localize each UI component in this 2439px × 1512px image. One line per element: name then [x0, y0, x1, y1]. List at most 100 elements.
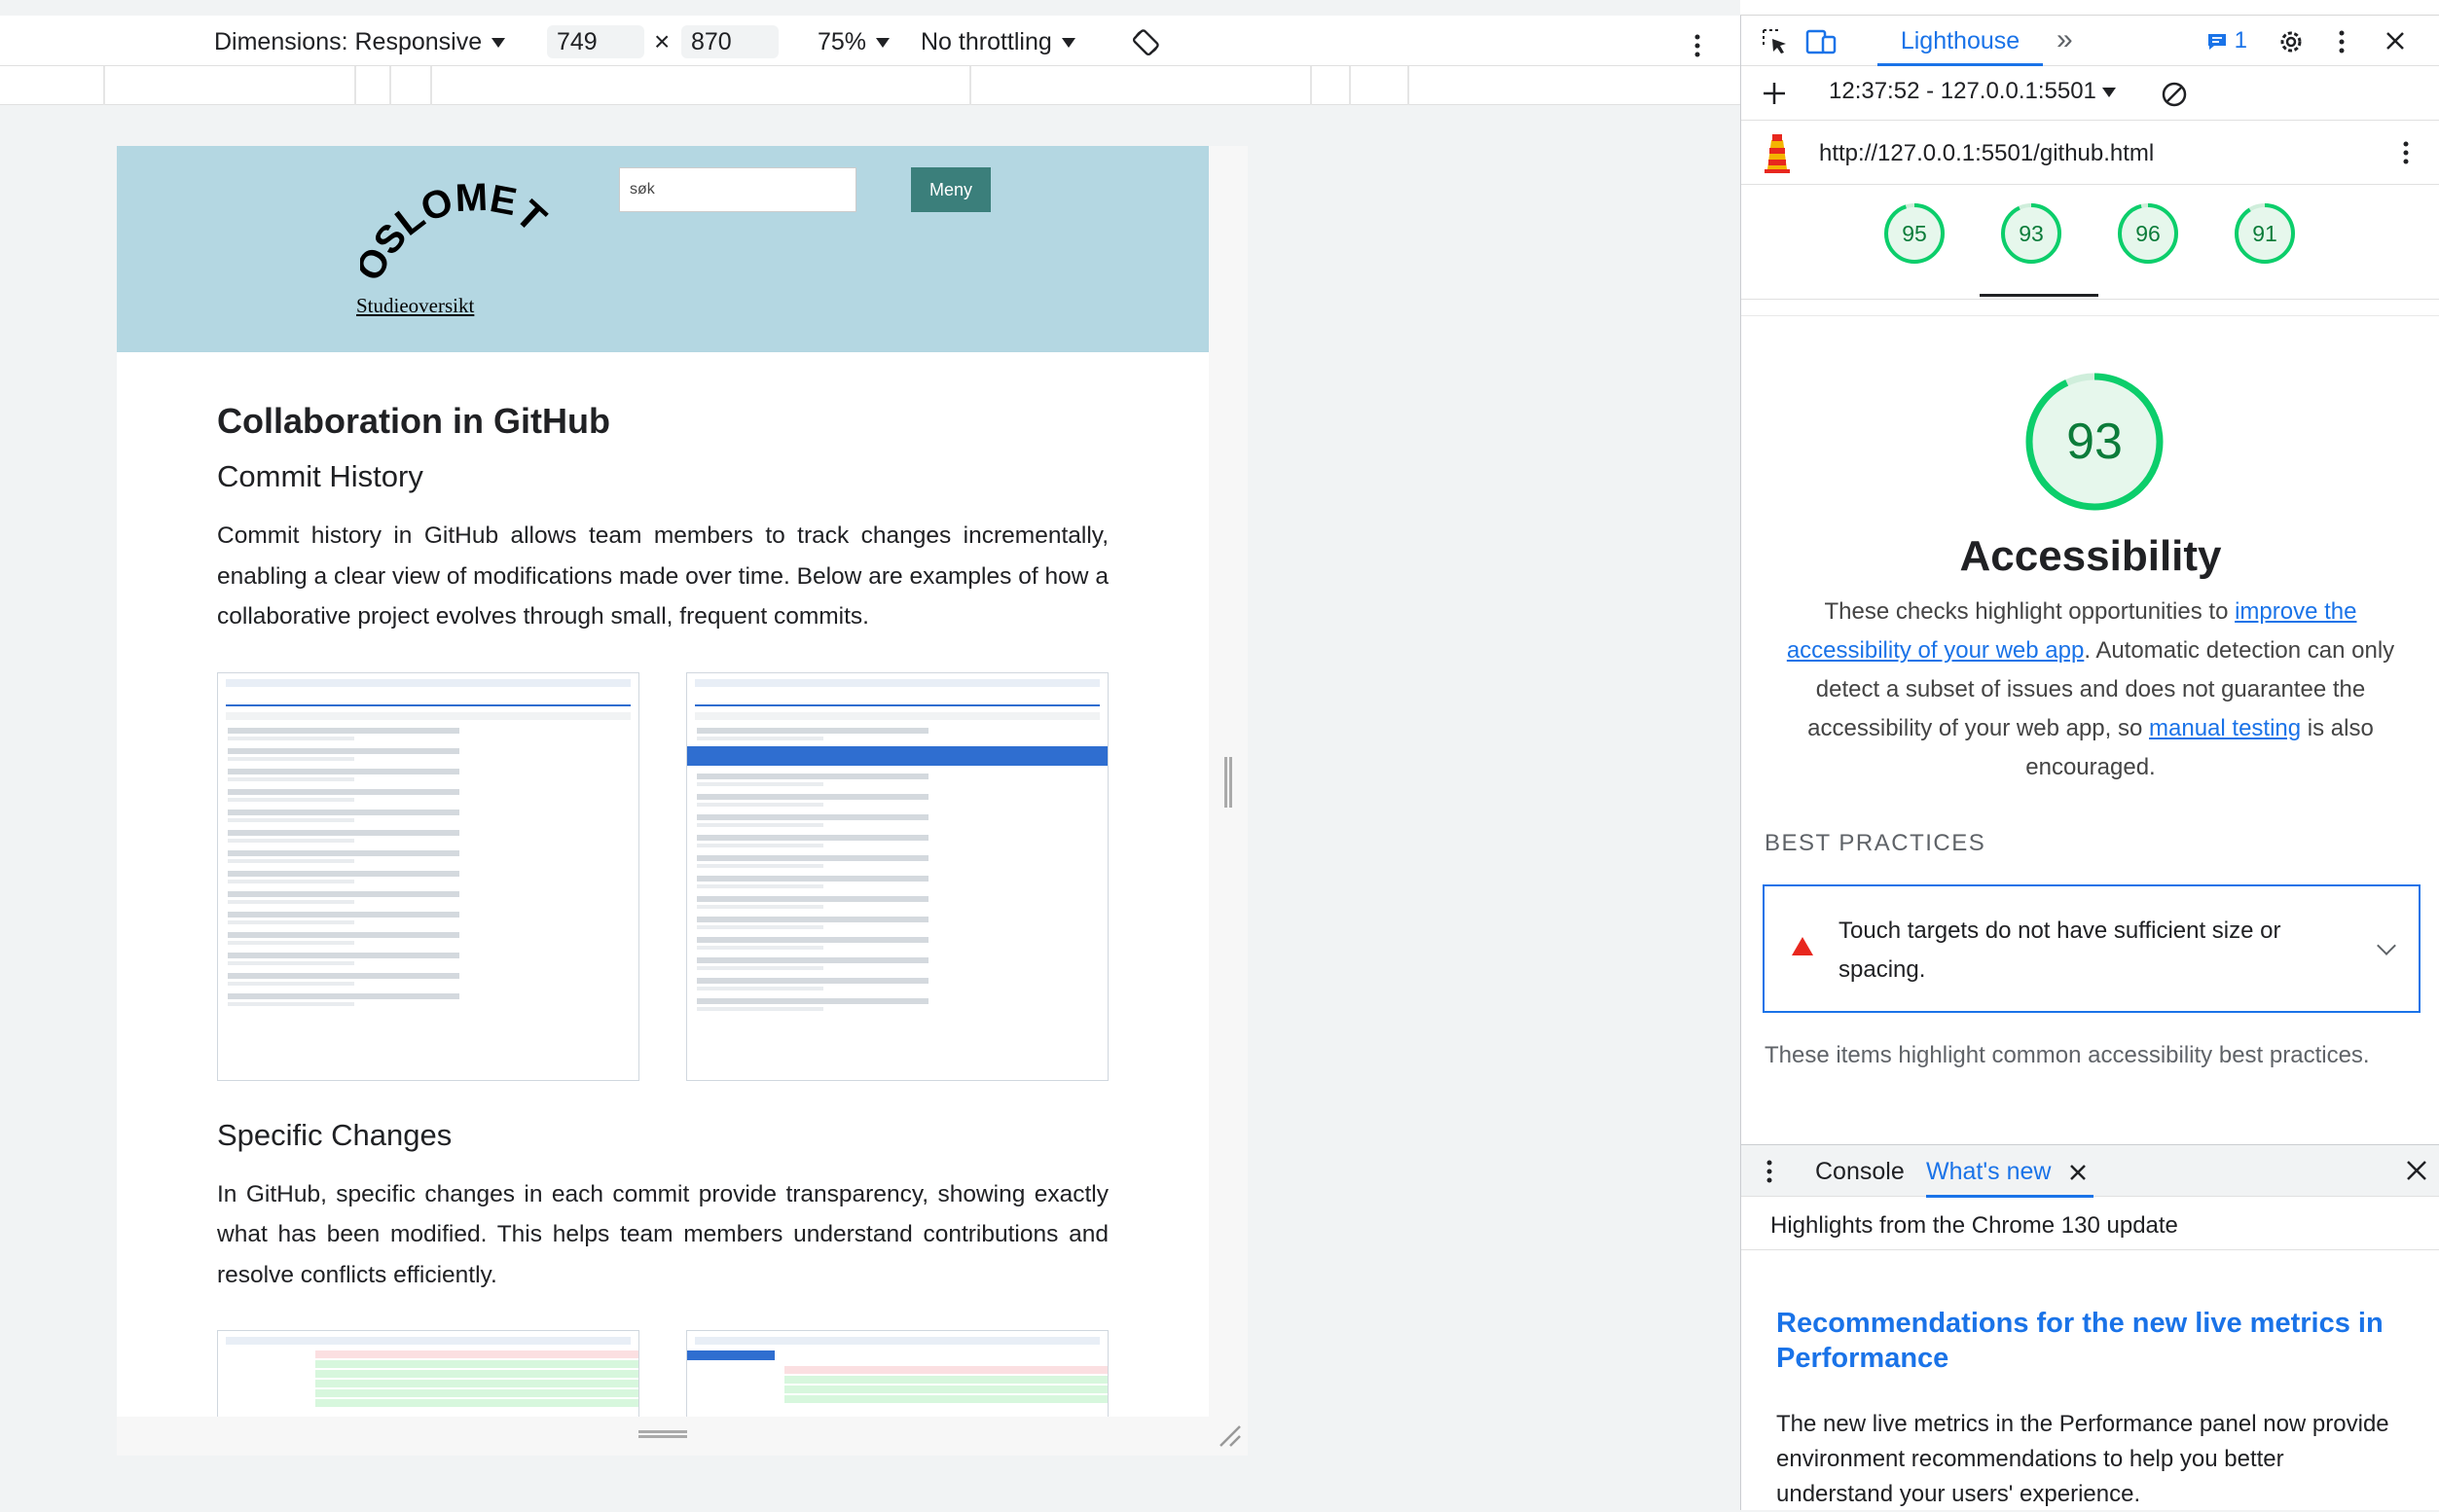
media-query-ruler[interactable] [0, 66, 1740, 105]
rotate-icon[interactable] [1129, 25, 1164, 58]
audit-title: Touch targets do not have sufficient siz… [1838, 918, 2281, 983]
gauge-best-practices[interactable]: 96 [2117, 202, 2179, 265]
commit-history-screenshot-1 [217, 671, 639, 1081]
main-content: Collaboration in GitHub Commit History C… [217, 401, 1109, 1417]
gauge-score: 96 [2135, 221, 2161, 246]
gauge-performance[interactable]: 95 [1883, 202, 1946, 265]
specific-changes-screenshot-1 [217, 1330, 639, 1417]
drawer-tabbar: Console What's new [1741, 1144, 2439, 1198]
width-input[interactable]: 749 [547, 25, 644, 58]
commit-history-screenshot-2 [686, 671, 1109, 1081]
commit-history-text: Commit history in GitHub allows team mem… [217, 522, 1109, 630]
specific-changes-screenshot-2 [686, 1330, 1109, 1417]
close-icon[interactable] [2068, 1163, 2088, 1182]
report-url-row: http://127.0.0.1:5501/github.html [1741, 121, 2439, 185]
audit-touch-targets[interactable]: Touch targets do not have sufficient siz… [1763, 884, 2421, 1013]
kebab-icon[interactable] [2335, 27, 2348, 56]
whats-new-article-title[interactable]: Recommendations for the new live metrics… [1776, 1306, 2399, 1376]
ruler-tick [1349, 66, 1351, 105]
search-placeholder: søk [630, 181, 655, 198]
dimensions-dropdown[interactable]: Dimensions: Responsive [214, 25, 506, 58]
dimensions-label: Dimensions: Responsive [214, 28, 483, 55]
inspect-icon[interactable] [1761, 27, 1790, 56]
caret-down-icon [2101, 87, 2116, 97]
tab-console[interactable]: Console [1815, 1145, 1905, 1198]
width-value: 749 [557, 28, 598, 55]
device-toolbar: Dimensions: Responsive 749 × 870 75% No … [0, 16, 1740, 66]
specific-changes-heading: Specific Changes [217, 1117, 453, 1152]
kebab-icon[interactable] [1763, 1157, 1776, 1186]
kebab-icon[interactable] [2399, 138, 2413, 167]
category-description: These checks highlight opportunities to … [1780, 593, 2401, 787]
issues-count: 1 [2234, 27, 2248, 54]
ruler-tick [1310, 66, 1312, 105]
site-header: OSLOMET Studieoversikt søk Meny [117, 146, 1209, 352]
whats-new-article-body: The new live metrics in the Performance … [1776, 1411, 2389, 1507]
tab-lighthouse[interactable]: Lighthouse [1877, 16, 2043, 66]
whats-new-label: What's new [1926, 1158, 2052, 1185]
studieoversikt-link[interactable]: Studieoversikt [356, 294, 474, 318]
throttling-label: No throttling [921, 28, 1052, 55]
manual-testing-link[interactable]: manual testing [2149, 715, 2301, 741]
device-mode-area: Dimensions: Responsive 749 × 870 75% No … [0, 0, 1740, 1510]
clear-icon[interactable] [2160, 80, 2189, 109]
best-practices-description: These items highlight common accessibili… [1765, 1042, 2370, 1068]
close-icon[interactable] [2384, 29, 2407, 53]
gauge-score: 91 [2252, 221, 2277, 246]
tab-whats-new[interactable]: What's new [1926, 1145, 2094, 1198]
gear-icon[interactable] [2276, 27, 2306, 56]
page-title: Collaboration in GitHub [217, 401, 610, 441]
gauge-accessibility[interactable]: 93 [2000, 202, 2062, 265]
specific-changes-screenshots [217, 1330, 1109, 1417]
zoom-dropdown[interactable]: 75% [818, 25, 891, 58]
lighthouse-toolbar: 12:37:52 - 127.0.0.1:5501 [1741, 66, 2439, 121]
height-resize-handle[interactable] [638, 1430, 687, 1438]
menu-button[interactable]: Meny [911, 167, 991, 212]
ruler-tick [103, 66, 105, 105]
height-value: 870 [691, 28, 732, 55]
devtools-tabbar: Lighthouse » 1 [1741, 16, 2439, 66]
gauge-score: 95 [1902, 221, 1927, 246]
zoom-label: 75% [818, 28, 867, 55]
warning-triangle-icon [1792, 937, 1813, 955]
report-url[interactable]: http://127.0.0.1:5501/github.html [1819, 140, 2154, 167]
report-selector[interactable]: 12:37:52 - 127.0.0.1:5501 [1829, 78, 2116, 105]
active-gauge-indicator [1980, 294, 2098, 297]
caret-down-icon [1061, 38, 1075, 49]
ruler-tick [354, 66, 356, 105]
close-icon[interactable] [2405, 1159, 2428, 1182]
oslomet-logo: OSLOMET [360, 176, 554, 288]
height-input[interactable]: 870 [681, 25, 779, 58]
gauge-seo[interactable]: 91 [2234, 202, 2296, 265]
emulated-page: OSLOMET Studieoversikt søk Meny Collabor… [117, 146, 1209, 1417]
commit-history-heading: Commit History [217, 459, 423, 493]
issues-icon [2208, 33, 2226, 50]
ruler-tick [389, 66, 391, 105]
corner-resize-handle[interactable] [1217, 1422, 1242, 1448]
divider [1741, 1249, 2439, 1250]
caret-down-icon [876, 38, 891, 49]
category-title: Accessibility [1959, 532, 2222, 580]
accessibility-report: 93 Accessibility These checks highlight … [1741, 315, 2439, 1150]
caret-down-icon [491, 38, 506, 49]
search-input[interactable]: søk [619, 167, 856, 212]
times-sign: × [654, 26, 671, 56]
gauge-score: 93 [2019, 221, 2044, 246]
kebab-icon[interactable] [1688, 29, 1707, 62]
throttling-dropdown[interactable]: No throttling [921, 25, 1075, 58]
ruler-tick [430, 66, 432, 105]
specific-changes-text: In GitHub, specific changes in each comm… [217, 1180, 1109, 1288]
width-resize-handle[interactable] [1224, 757, 1232, 808]
best-practices-heading: BEST PRACTICES [1765, 830, 1986, 856]
devtools-panel: Lighthouse » 1 12:37:52 - 127.0.0.1:5501 [1740, 16, 2439, 1510]
desc-text: These checks highlight opportunities to [1824, 598, 2236, 625]
chevron-down-icon[interactable] [2377, 936, 2396, 955]
more-tabs-icon[interactable]: » [2057, 23, 2073, 56]
ruler-tick [1407, 66, 1409, 105]
device-toggle-icon[interactable] [1805, 27, 1837, 56]
issues-button[interactable]: 1 [2206, 27, 2247, 54]
ruler-tick [969, 66, 971, 105]
report-selector-label: 12:37:52 - 127.0.0.1:5501 [1829, 78, 2096, 104]
lighthouse-icon [1765, 134, 1790, 173]
plus-icon[interactable] [1761, 80, 1788, 107]
